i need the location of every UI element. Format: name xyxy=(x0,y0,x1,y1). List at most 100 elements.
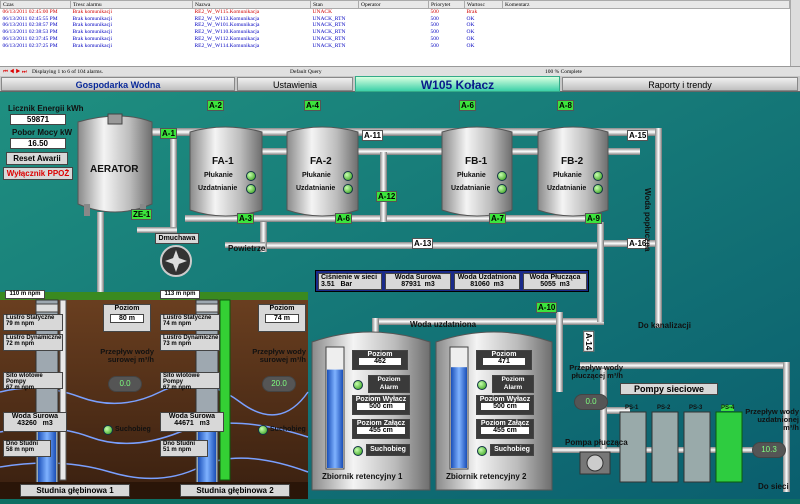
well2-dno: Dno Studni 51 m npm xyxy=(160,440,208,457)
summary-pressure: Ciśnienie w sieci 3.51 Bar xyxy=(318,273,382,290)
alarm-row[interactable]: 06/13/2011 02:45:00 PM Brak komunikacji RE… xyxy=(1,9,790,16)
alarm-cell-name: RE2_W_W101.Komunikacja xyxy=(194,22,260,29)
treated-flow-meter: 10.3 xyxy=(752,442,786,458)
valve-a13[interactable]: A-13 xyxy=(412,238,434,249)
alarm-row[interactable]: 06/13/2011 02:37:25 PM Brak komunikacji RE… xyxy=(1,42,790,49)
valve-a9[interactable]: A-9 xyxy=(585,213,602,224)
pump-ps2[interactable]: PS-2 xyxy=(657,405,670,411)
valve-a3[interactable]: A-3 xyxy=(237,213,254,224)
alarm-cell-time: 06/13/2011 02:37:45 PM xyxy=(2,36,58,43)
valve-a6[interactable]: A-6 xyxy=(335,213,352,224)
summary-bar: Ciśnienie w sieci 3.51 Bar Woda Surowa 8… xyxy=(315,270,589,292)
process-scene: Licznik Energii kWh 59871 Pobor Mocy kW … xyxy=(0,92,800,504)
alarm-scrollbar[interactable] xyxy=(790,0,800,66)
alarm-cell-time: 06/13/2011 02:37:25 PM xyxy=(2,42,58,49)
filter-fb2-uz: Uzdatnianie xyxy=(547,185,587,192)
alarm-cell-priority: 500 xyxy=(430,29,439,36)
alarm-cell-value: Brak xyxy=(466,9,478,16)
valve-a15[interactable]: A-15 xyxy=(627,130,649,141)
alarm-cell-time: 06/13/2011 02:38:57 PM xyxy=(2,22,58,29)
col-name[interactable]: Nazwa xyxy=(192,0,311,9)
col-time[interactable]: Czas xyxy=(0,0,71,9)
valve-a14[interactable]: A-14 xyxy=(583,330,595,353)
filter-fa2-uz-led xyxy=(343,184,353,194)
filter-fa1-pl-led xyxy=(246,171,256,181)
to-network-label: Do sieci xyxy=(758,482,789,491)
summary-backwash-unit: m3 xyxy=(559,281,570,288)
well2-depth-top: 113 m npm xyxy=(160,290,200,299)
summary-treated-unit: m3 xyxy=(493,281,504,288)
valve-a4[interactable]: A-4 xyxy=(304,100,321,111)
valve-a6-top[interactable]: A-6 xyxy=(459,100,476,111)
col-value[interactable]: Wartosc xyxy=(464,0,503,9)
alarm-cell-operator xyxy=(359,36,429,43)
tab-raporty-i-trendy[interactable]: Raporty i trendy xyxy=(562,77,798,91)
summary-raw-unit: m3 xyxy=(424,281,435,288)
valve-a1[interactable]: A-1 xyxy=(160,128,177,139)
well1-luster-stat: Lustro Statyczne 79 m npm xyxy=(3,314,63,331)
valve-ze1[interactable]: ZE-1 xyxy=(131,209,153,220)
tank1-wyl: Poziom Wyłacz 500 cm xyxy=(352,395,410,415)
alarm-row[interactable]: 06/13/2011 02:38:57 PM Brak komunikacji RE… xyxy=(1,22,790,29)
alarm-nav-icons[interactable]: ⏮ ◀ ▶ ⏭ xyxy=(3,69,27,76)
col-comment[interactable]: Komentarz xyxy=(502,0,790,9)
pump-ps3[interactable]: PS-3 xyxy=(689,405,702,411)
alarm-cell-value: OK xyxy=(466,36,475,43)
alarm-cell-name: RE2_W_W114.Komunikacja xyxy=(194,42,260,49)
tank1-alarm: Poziom Alarm xyxy=(368,375,410,393)
well1-dno: Dno Studni 58 m npm xyxy=(3,440,51,457)
page-title: W105 Kołacz xyxy=(355,76,560,92)
filter-fb2-uz-led xyxy=(593,184,603,194)
well1-name: Studnia głębinowa 1 xyxy=(20,484,130,497)
tab-gospodarka-wodna[interactable]: Gospodarka Wodna xyxy=(1,77,235,91)
filter-fb2-name: FB-2 xyxy=(561,156,584,167)
filter-fa1-name: FA-1 xyxy=(212,156,234,167)
tank2-wyl: Poziom Wyłacz 500 cm xyxy=(476,395,534,415)
well2-dryrun-label: Suchobieg xyxy=(270,426,306,433)
air-label: Powietrze xyxy=(228,244,266,253)
alarm-cell-time: 06/13/2011 02:45:00 PM xyxy=(2,9,58,16)
reset-button[interactable]: Reset Awarii xyxy=(6,152,68,165)
col-text[interactable]: Tresc alarmu xyxy=(70,0,193,9)
pump-ps4[interactable]: PS-4 xyxy=(721,405,735,411)
valve-a12[interactable]: A-12 xyxy=(376,191,398,202)
col-operator[interactable]: Operator xyxy=(358,0,429,9)
valve-a11[interactable]: A-11 xyxy=(362,130,383,141)
alarm-cell-priority: 500 xyxy=(430,42,439,49)
alarm-cell-priority: 500 xyxy=(430,9,439,16)
filter-fb1-pl: Płukanie xyxy=(457,172,486,179)
tab-ustawienia[interactable]: Ustawienia xyxy=(237,77,353,91)
col-state[interactable]: Stan xyxy=(310,0,359,9)
ppoz-button[interactable]: Wyłącznik PPOŻ xyxy=(3,167,73,180)
alarm-cell-value: OK xyxy=(466,15,475,22)
col-priority[interactable]: Priorytet xyxy=(428,0,465,9)
well2-flow-label: Przepływ wody surowej m³/h xyxy=(252,347,306,364)
alarm-status-bar: ⏮ ◀ ▶ ⏭ Displaying 1 to 6 of 104 alarms.… xyxy=(0,66,800,76)
alarm-header-row: Czas Tresc alarmu Nazwa Stan Operator Pr… xyxy=(0,0,790,9)
summary-backwash: Woda Płucząca 5055 m3 xyxy=(523,273,587,290)
backwash-pump-label: Pompa płucząca xyxy=(565,438,628,447)
energy-value: 59871 xyxy=(10,114,66,125)
filter-fb1-pl-led xyxy=(497,171,507,181)
alarm-cell-operator xyxy=(359,9,429,16)
pump-ps1[interactable]: PS-1 xyxy=(625,405,638,411)
valve-a8[interactable]: A-8 xyxy=(557,100,574,111)
alarm-cell-comment xyxy=(503,29,790,36)
alarm-row[interactable]: 06/13/2011 02:37:45 PM Brak komunikacji RE… xyxy=(1,36,790,43)
summary-treated-label: Woda Uzdatniona xyxy=(457,274,517,281)
tank2-dryrun: Suchobieg xyxy=(490,444,534,456)
power-label: Pobor Mocy kW xyxy=(12,128,73,137)
valve-a2[interactable]: A-2 xyxy=(207,100,224,111)
alarm-cell-state: UNACK xyxy=(312,9,333,16)
valve-a7[interactable]: A-7 xyxy=(489,213,506,224)
tank1-level-fill xyxy=(327,369,343,468)
valve-a10[interactable]: A-10 xyxy=(536,302,558,313)
backwash-flow-label: Przepływ wody płuczącej m³/h xyxy=(569,363,623,380)
alarm-row[interactable]: 06/13/2011 02:38:53 PM Brak komunikacji RE… xyxy=(1,29,790,36)
alarm-cell-text: Brak komunikacji xyxy=(72,9,113,16)
alarm-cell-priority: 500 xyxy=(430,36,439,43)
alarm-cell-operator xyxy=(359,29,429,36)
alarm-row[interactable]: 06/13/2011 02:45:55 PM Brak komunikacji RE… xyxy=(1,15,790,22)
alarm-cell-text: Brak komunikacji xyxy=(72,22,113,29)
well1-dryrun-label: Suchobieg xyxy=(115,426,151,433)
